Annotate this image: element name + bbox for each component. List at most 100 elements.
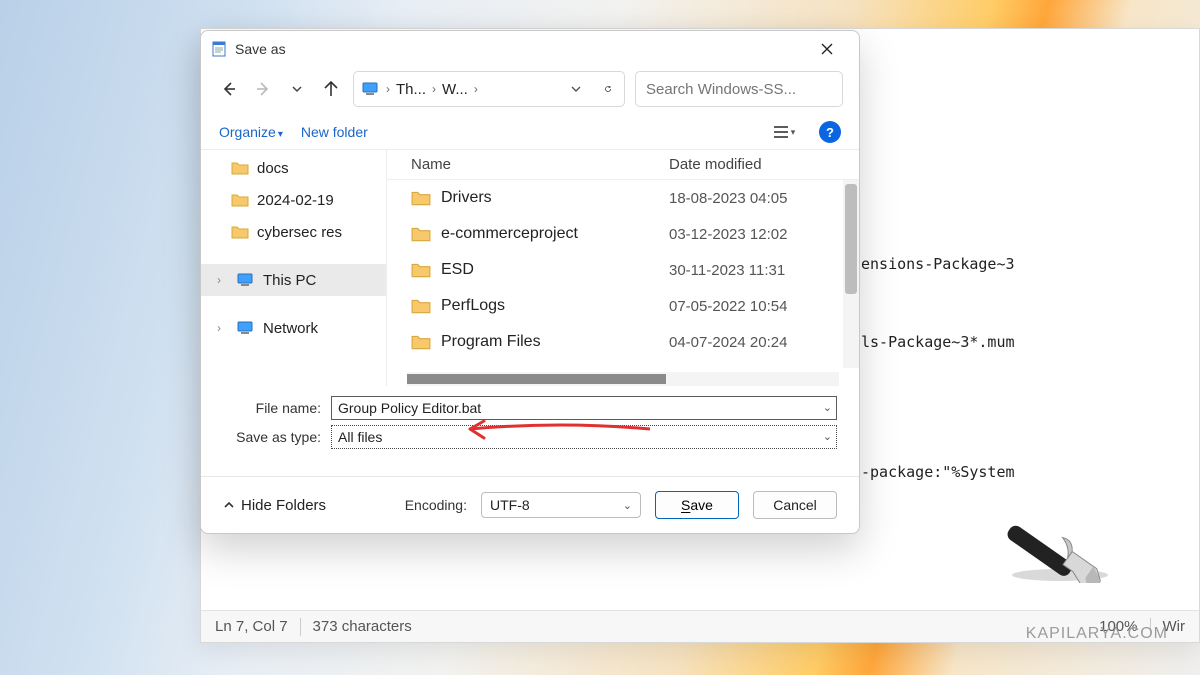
chevron-down-icon: ⌄ xyxy=(623,499,632,512)
col-name[interactable]: Name xyxy=(411,156,669,173)
sidebar-item-network[interactable]: › Network xyxy=(201,312,386,344)
toolbar: Organize▾ New folder ▾ ? xyxy=(201,115,859,150)
help-button[interactable]: ? xyxy=(819,121,841,143)
watermark: KAPILARYA.COM xyxy=(1026,625,1168,643)
chevron-right-icon: › xyxy=(384,82,392,96)
encoding-value: UTF-8 xyxy=(490,497,530,513)
sidebar-item-label: docs xyxy=(257,160,289,177)
column-headers: Name Date modified xyxy=(387,150,859,180)
up-button[interactable] xyxy=(319,75,343,103)
search-input[interactable] xyxy=(646,81,845,98)
search-box[interactable] xyxy=(635,71,843,107)
sidebar-item-cybersec[interactable]: cybersec res xyxy=(201,216,386,248)
chevron-right-icon[interactable]: › xyxy=(217,273,229,287)
file-date: 03-12-2023 12:02 xyxy=(669,226,859,243)
titlebar: Save as xyxy=(201,31,859,67)
file-date: 18-08-2023 04:05 xyxy=(669,190,859,207)
code-line: ensions-Package~3 xyxy=(861,251,1015,277)
folder-icon xyxy=(411,334,431,350)
nav-bar: › Th... › W... › xyxy=(201,67,859,115)
file-row[interactable]: PerfLogs 07-05-2022 10:54 xyxy=(387,288,859,324)
folder-icon xyxy=(411,190,431,206)
arrow-up-icon xyxy=(323,81,339,97)
filename-value: Group Policy Editor.bat xyxy=(338,400,481,416)
back-button[interactable] xyxy=(217,75,241,103)
sidebar-item-date[interactable]: 2024-02-19 xyxy=(201,184,386,216)
encoding-select[interactable]: UTF-8 ⌄ xyxy=(481,492,641,518)
chevron-right-icon[interactable]: › xyxy=(217,321,229,335)
file-row[interactable]: ESD 30-11-2023 11:31 xyxy=(387,252,859,288)
scrollbar-thumb[interactable] xyxy=(407,374,666,384)
sidebar-item-label: 2024-02-19 xyxy=(257,192,334,209)
folder-icon xyxy=(411,298,431,314)
address-bar[interactable]: › Th... › W... › xyxy=(353,71,625,107)
cancel-button[interactable]: Cancel xyxy=(753,491,837,519)
chevron-down-icon[interactable]: ⌄ xyxy=(823,401,832,414)
file-pane: Name Date modified Drivers 18-08-2023 04… xyxy=(387,150,859,386)
code-line: ls-Package~3*.mum xyxy=(861,329,1015,355)
folder-icon xyxy=(411,262,431,278)
file-row[interactable]: Drivers 18-08-2023 04:05 xyxy=(387,180,859,216)
file-date: 04-07-2024 20:24 xyxy=(669,334,859,351)
organize-label: Organize xyxy=(219,124,276,140)
dialog-title: Save as xyxy=(235,41,286,57)
breadcrumb-seg[interactable]: Th... xyxy=(396,81,426,98)
scrollbar-thumb[interactable] xyxy=(845,184,857,294)
file-name: Program Files xyxy=(441,333,669,351)
chevron-down-icon: ▾ xyxy=(791,127,796,138)
vertical-scrollbar[interactable] xyxy=(843,180,859,368)
type-select[interactable]: All files ⌄ xyxy=(331,425,837,449)
col-date[interactable]: Date modified xyxy=(669,156,859,173)
close-button[interactable] xyxy=(805,35,849,63)
notepad-icon xyxy=(211,41,227,57)
sidebar: docs 2024-02-19 cybersec res › This PC ›… xyxy=(201,150,387,386)
breadcrumb-seg[interactable]: W... xyxy=(442,81,468,98)
file-name: PerfLogs xyxy=(441,297,669,315)
type-value: All files xyxy=(338,429,382,445)
hide-folders-label: Hide Folders xyxy=(241,497,326,514)
recent-dropdown[interactable] xyxy=(285,75,309,103)
notepad-text: ensions-Package~3 ls-Package~3*.mum -pac… xyxy=(861,199,1015,537)
file-row[interactable]: e-commerceproject 03-12-2023 12:02 xyxy=(387,216,859,252)
folder-icon xyxy=(411,226,431,242)
save-button[interactable]: Save xyxy=(655,491,739,519)
new-folder-button[interactable]: New folder xyxy=(301,124,368,140)
file-date: 30-11-2023 11:31 xyxy=(669,262,859,279)
chevron-down-icon[interactable]: ⌄ xyxy=(823,430,832,443)
chevron-down-icon[interactable] xyxy=(570,83,582,95)
arrow-right-icon xyxy=(255,81,271,97)
code-line: -package:"%System xyxy=(861,459,1015,485)
pc-icon xyxy=(237,273,255,287)
view-mode-button[interactable]: ▾ xyxy=(767,118,801,146)
file-row[interactable]: Program Files 04-07-2024 20:24 xyxy=(387,324,859,360)
close-icon xyxy=(821,43,833,55)
cursor-position: Ln 7, Col 7 xyxy=(215,618,288,635)
list-icon xyxy=(773,125,789,139)
filename-input[interactable]: Group Policy Editor.bat ⌄ xyxy=(331,396,837,420)
refresh-icon[interactable] xyxy=(600,81,616,97)
sidebar-item-label: cybersec res xyxy=(257,224,342,241)
folder-icon xyxy=(231,193,249,207)
filename-label: File name: xyxy=(223,400,331,416)
arrow-left-icon xyxy=(221,81,237,97)
file-name: Drivers xyxy=(441,189,669,207)
chevron-right-icon: › xyxy=(430,82,438,96)
char-count: 373 characters xyxy=(313,618,412,635)
organize-menu[interactable]: Organize▾ xyxy=(219,124,283,140)
chevron-right-icon: › xyxy=(472,82,480,96)
chevron-down-icon: ▾ xyxy=(278,129,283,140)
pc-icon xyxy=(362,82,380,96)
horizontal-scrollbar[interactable] xyxy=(407,372,839,386)
save-as-dialog: Save as › Th... › xyxy=(200,30,860,534)
forward-button[interactable] xyxy=(251,75,275,103)
sidebar-item-this-pc[interactable]: › This PC xyxy=(201,264,386,296)
folder-icon xyxy=(231,161,249,175)
dialog-footer: Hide Folders Encoding: UTF-8 ⌄ Save Canc… xyxy=(201,476,859,533)
file-name: ESD xyxy=(441,261,669,279)
hide-folders-toggle[interactable]: Hide Folders xyxy=(223,497,326,514)
sidebar-item-docs[interactable]: docs xyxy=(201,152,386,184)
network-icon xyxy=(237,321,255,335)
hammer-icon xyxy=(1000,463,1130,583)
file-name: e-commerceproject xyxy=(441,225,669,243)
encoding-label: Encoding: xyxy=(405,497,467,513)
